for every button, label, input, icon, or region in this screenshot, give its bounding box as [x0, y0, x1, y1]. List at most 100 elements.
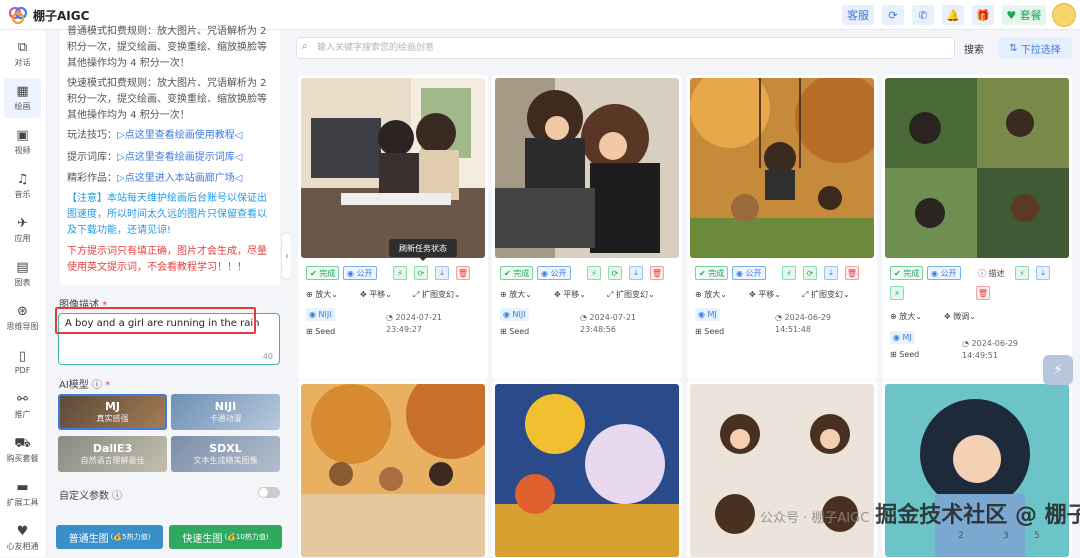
nav-item-promote[interactable]: ⚯ 推广	[4, 386, 41, 426]
public-label: 公开	[356, 268, 373, 278]
prompt-lib-link[interactable]: ▷点这里查看绘画提示词库◁	[117, 152, 242, 163]
public-button[interactable]: ◉ 公开	[343, 266, 377, 280]
nav-item-mindmap[interactable]: ⊛ 思维导图	[4, 298, 41, 338]
lightning-icon[interactable]: ⚡	[1015, 266, 1029, 280]
model-sub: 自然语言理解最佳	[80, 456, 145, 465]
pan-dropdown[interactable]: ✥ 平移⌄	[749, 289, 781, 300]
nav-label: PDF	[14, 365, 31, 375]
nav-item-paint[interactable]: ▦ 绘画	[4, 78, 41, 118]
nav-item-buy[interactable]: ⛟ 购买套餐	[4, 430, 41, 470]
artwork-image[interactable]	[690, 78, 874, 258]
nav-item-chat[interactable]: ⧉ 对话	[4, 34, 41, 74]
model-sub: 卡通动漫	[209, 414, 242, 423]
page-number[interactable]: 2	[958, 531, 964, 541]
fast-generate-cost: (💰10热力值)	[224, 533, 269, 541]
artwork-image[interactable]	[885, 384, 1069, 557]
search-button[interactable]: 搜索	[960, 38, 988, 58]
model-niji[interactable]: NIJI 卡通动漫	[171, 394, 280, 430]
fine-tune-dropdown[interactable]: ✥ 微调⌄	[944, 311, 976, 322]
artwork-image[interactable]	[301, 384, 485, 557]
seed-link[interactable]: ⊞ Seed	[500, 327, 529, 336]
page-number[interactable]: 3	[1003, 531, 1009, 541]
cart-icon: ⛟	[14, 435, 31, 451]
nav-item-tools[interactable]: ▬ 扩展工具	[4, 474, 41, 514]
tutorial-link[interactable]: ▷点这里查看绘画使用教程◁	[117, 130, 242, 141]
watermark: 公众号 · 棚子AIGC 掘金技术社区 @ 棚子咯	[760, 497, 1080, 529]
zoom-dropdown[interactable]: ⊕ 放大⌄	[695, 289, 727, 300]
public-button[interactable]: ◉ 公开	[927, 266, 961, 280]
normal-generate-button[interactable]: 普通生图 (💰5热力值)	[56, 525, 163, 549]
artwork-image[interactable]	[690, 384, 874, 557]
nav-item-friends[interactable]: ♥ 心友相通	[4, 518, 41, 558]
artwork-image[interactable]	[301, 78, 485, 258]
artwork-image[interactable]	[495, 78, 679, 258]
model-sdxl[interactable]: SDXL 文本生成精美图像	[171, 436, 280, 472]
model-name: SDXL	[209, 442, 242, 455]
gallery-link[interactable]: ▷点这里进入本站画廊广场◁	[117, 173, 242, 184]
gift-icon[interactable]: 🎁	[972, 5, 994, 25]
page-number[interactable]: 5	[1034, 531, 1040, 541]
artwork-image[interactable]	[885, 78, 1069, 258]
nav-item-pdf[interactable]: ▯ PDF	[4, 342, 41, 382]
model-mj[interactable]: MJ 真实感强	[58, 394, 167, 430]
expand-dropdown[interactable]: ⤢ 扩图变幻⌄	[607, 289, 655, 300]
prompt-lib-label: 提示词库：	[67, 152, 117, 163]
expand-dropdown[interactable]: ⤢ 扩图变幻⌄	[413, 289, 461, 300]
model-tag-text: NIJI	[318, 310, 332, 319]
seed-label: Seed	[899, 350, 920, 359]
download-icon[interactable]: ⤓	[435, 266, 449, 280]
download-icon[interactable]: ⤓	[1036, 266, 1050, 280]
image-card: ✔ 完成 ◉ 公开 ⓘ 描述 ⚡ ⤓ ⚡ 🗑 ⊕ 放大⌄ ✥ 微调⌄ ◉ MJ …	[882, 75, 1072, 380]
public-button[interactable]: ◉ 公开	[732, 266, 766, 280]
lightning-icon[interactable]: ⚡	[393, 266, 407, 280]
seed-link[interactable]: ⊞ Seed	[695, 327, 724, 336]
nav-item-charts[interactable]: ▤ 图表	[4, 254, 41, 294]
seed-link[interactable]: ⊞ Seed	[890, 350, 919, 359]
float-action-icon[interactable]: ⚡	[1043, 355, 1073, 385]
time-text: 14:49:51	[962, 351, 998, 360]
model-tag-text: NIJI	[512, 310, 526, 319]
refresh-icon[interactable]: ⟳	[882, 5, 904, 25]
zoom-dropdown[interactable]: ⊕ 放大⌄	[306, 289, 338, 300]
refresh-icon[interactable]: ⟳	[608, 266, 622, 280]
zoom-dropdown[interactable]: ⊕ 放大⌄	[890, 311, 922, 322]
model-dalle3[interactable]: DallE3 自然语言理解最佳	[58, 436, 167, 472]
pan-dropdown[interactable]: ✥ 平移⌄	[360, 289, 392, 300]
avatar[interactable]	[1052, 3, 1076, 27]
pan-dropdown[interactable]: ✥ 平移⌄	[554, 289, 586, 300]
delete-icon[interactable]: 🗑	[845, 266, 859, 280]
nav-item-music[interactable]: ♫ 音乐	[4, 166, 41, 206]
dropdown-select-button[interactable]: ⇅ 下拉选择	[998, 37, 1072, 59]
bell-icon[interactable]: 🔔	[942, 5, 964, 25]
expand-dropdown[interactable]: ⤢ 扩图变幻⌄	[802, 289, 850, 300]
refresh-icon[interactable]: ⚡	[890, 286, 904, 300]
zoom-dropdown[interactable]: ⊕ 放大⌄	[500, 289, 532, 300]
image-card: ✔ 完成 ◉ 公开 ⚡ ⟳ ⤓ 🗑 ⊕ 放大⌄ ✥ 平移⌄ ⤢ 扩图变幻⌄ ◉ …	[492, 75, 682, 380]
plan-label: 套餐	[1019, 9, 1042, 22]
nav-item-apps[interactable]: ✈ 应用	[4, 210, 41, 250]
artwork-image[interactable]	[495, 384, 679, 557]
refresh-icon[interactable]: ⟳	[803, 266, 817, 280]
lightning-icon[interactable]: ⚡	[587, 266, 601, 280]
download-icon[interactable]: ⤓	[824, 266, 838, 280]
fast-generate-button[interactable]: 快速生图 (💰10热力值)	[169, 525, 282, 549]
nav-item-video[interactable]: ▣ 视频	[4, 122, 41, 162]
custom-params-toggle[interactable]	[258, 487, 280, 498]
model-label-text: AI模型	[59, 380, 89, 391]
search-input[interactable]	[317, 38, 947, 58]
delete-icon[interactable]: 🗑	[456, 266, 470, 280]
public-button[interactable]: ◉ 公开	[537, 266, 571, 280]
download-icon[interactable]: ⤓	[629, 266, 643, 280]
notice-alert: 使用英文提示词，不会看教程学习！！！	[67, 262, 247, 273]
refresh-icon[interactable]: ⟳	[414, 266, 428, 280]
date-text: 2024-06-29	[971, 339, 1019, 348]
lightning-icon[interactable]: ⚡	[782, 266, 796, 280]
customer-service-button[interactable]: 客服	[842, 5, 874, 25]
describe-button[interactable]: ⓘ 描述	[978, 268, 1005, 279]
plan-button[interactable]: ♥ 套餐	[1002, 5, 1046, 25]
seed-link[interactable]: ⊞ Seed	[306, 327, 335, 336]
wechat-icon[interactable]: ✆	[912, 5, 934, 25]
delete-icon[interactable]: 🗑	[650, 266, 664, 280]
delete-icon[interactable]: 🗑	[976, 286, 990, 300]
public-label: 公开	[940, 268, 957, 278]
